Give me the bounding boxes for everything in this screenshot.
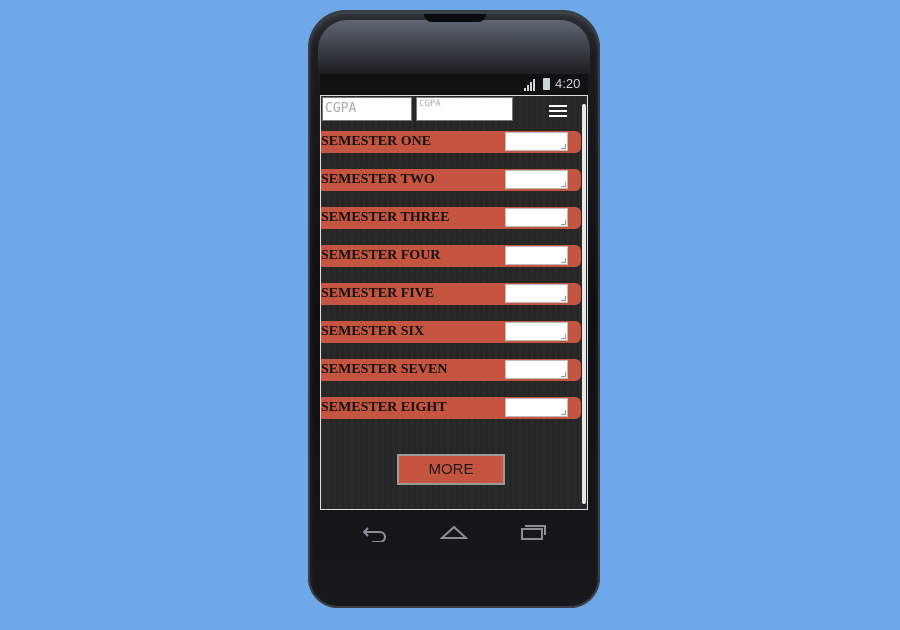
semester-row-three: SEMESTER THREE bbox=[321, 207, 581, 229]
status-bar: 4:20 bbox=[320, 74, 588, 95]
semester-label: SEMESTER SIX bbox=[321, 324, 425, 339]
battery-icon bbox=[543, 78, 550, 90]
semester-four-input[interactable] bbox=[505, 246, 568, 265]
semester-label: SEMESTER EIGHT bbox=[321, 400, 447, 415]
semester-row-five: SEMESTER FIVE bbox=[321, 283, 581, 305]
semester-row-seven: SEMESTER SEVEN bbox=[321, 359, 581, 381]
semester-six-input[interactable] bbox=[505, 322, 568, 341]
semester-one-input[interactable] bbox=[505, 132, 568, 151]
semester-label: SEMESTER TWO bbox=[321, 172, 435, 187]
semester-label: SEMESTER THREE bbox=[321, 210, 450, 225]
cgpa-result-field[interactable]: CGPA bbox=[416, 97, 513, 121]
back-icon[interactable] bbox=[362, 524, 388, 542]
phone-speaker bbox=[424, 14, 486, 22]
semester-eight-input[interactable] bbox=[505, 398, 568, 417]
semester-row-two: SEMESTER TWO bbox=[321, 169, 581, 191]
semester-three-input[interactable] bbox=[505, 208, 568, 227]
recent-apps-icon[interactable] bbox=[520, 524, 546, 540]
semester-two-input[interactable] bbox=[505, 170, 568, 189]
semester-five-input[interactable] bbox=[505, 284, 568, 303]
semester-row-eight: SEMESTER EIGHT bbox=[321, 397, 581, 419]
signal-icon bbox=[524, 79, 535, 91]
hamburger-menu-icon[interactable] bbox=[549, 105, 567, 117]
semester-label: SEMESTER SEVEN bbox=[321, 362, 448, 377]
semester-label: SEMESTER FOUR bbox=[321, 248, 441, 263]
semester-seven-input[interactable] bbox=[505, 360, 568, 379]
semester-label: SEMESTER ONE bbox=[321, 134, 432, 149]
app-screen: CGPA CGPA SEMESTER ONE SEMESTER TWO SEME… bbox=[320, 95, 588, 510]
phone-gloss bbox=[318, 20, 590, 75]
home-icon[interactable] bbox=[440, 524, 468, 540]
scrollbar[interactable] bbox=[582, 104, 586, 504]
top-bar: CGPA CGPA bbox=[321, 96, 587, 126]
cgpa-input[interactable]: CGPA bbox=[322, 97, 412, 121]
semester-label: SEMESTER FIVE bbox=[321, 286, 435, 301]
semester-row-six: SEMESTER SIX bbox=[321, 321, 581, 343]
semester-row-one: SEMESTER ONE bbox=[321, 131, 581, 153]
more-button[interactable]: MORE bbox=[397, 454, 505, 485]
status-time: 4:20 bbox=[555, 76, 581, 91]
semester-row-four: SEMESTER FOUR bbox=[321, 245, 581, 267]
